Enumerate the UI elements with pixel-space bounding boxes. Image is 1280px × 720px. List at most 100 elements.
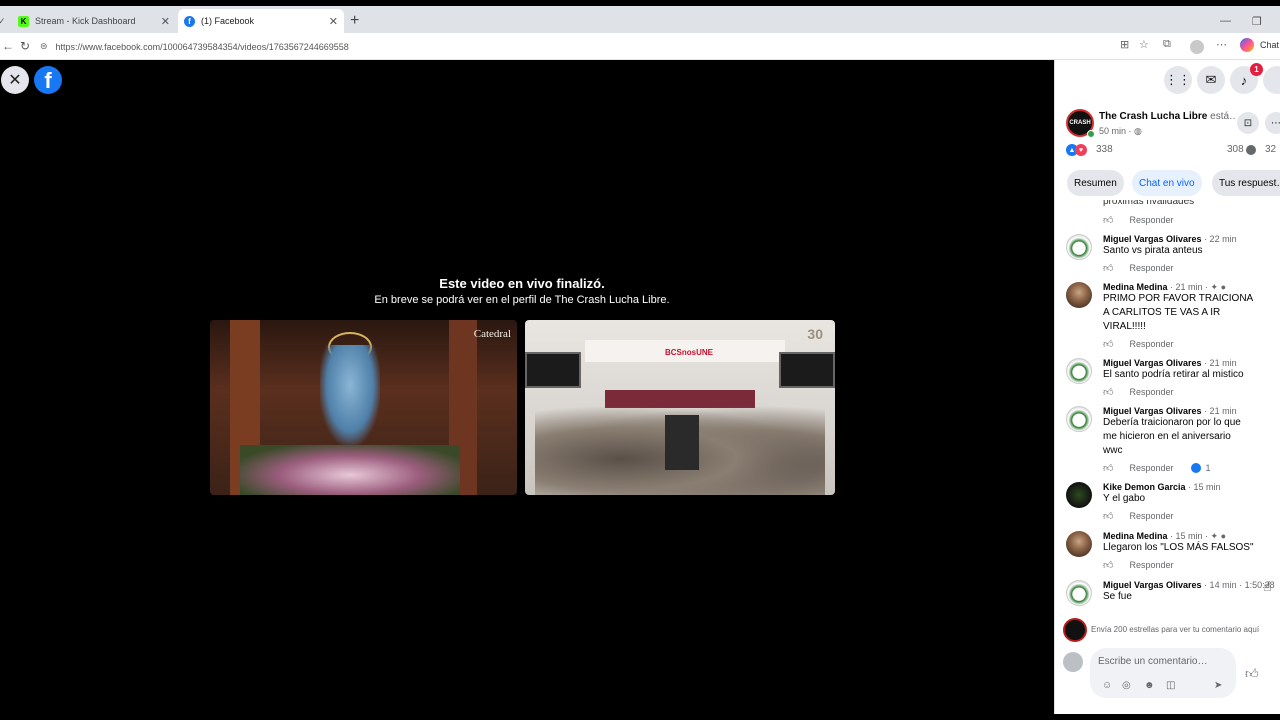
minimize-icon[interactable]: — xyxy=(1220,15,1231,27)
commenter-name[interactable]: Miguel Vargas Olivares · 21 min xyxy=(1103,358,1237,368)
reply-link[interactable]: Responder xyxy=(1129,511,1173,521)
restore-icon[interactable]: ❐ xyxy=(1252,15,1262,28)
commenter-name[interactable]: Kike Demon Garcia · 15 min xyxy=(1103,482,1221,492)
comment-like-count[interactable]: 1 xyxy=(1191,463,1211,473)
comment-text: El santo podría retirar al mistico xyxy=(1103,369,1244,380)
comment-text: Debería traicionaron por lo que me hicie… xyxy=(1103,417,1241,456)
suggested-video-thumbnail[interactable]: Catedral xyxy=(210,320,517,495)
save-icon[interactable]: ⊡ xyxy=(1237,112,1259,134)
url-text: https://www.facebook.com/100064739584354… xyxy=(55,41,349,52)
close-viewer-button[interactable]: ✕ xyxy=(1,66,29,94)
like-icon[interactable]: 👍︎ xyxy=(1103,338,1113,350)
tab-chat-en-vivo[interactable]: Chat en vivo xyxy=(1132,170,1202,196)
thumbs-up-icon[interactable]: 👍︎ xyxy=(1245,666,1259,682)
menu-grid-icon[interactable]: ⋮⋮ xyxy=(1164,66,1192,94)
globe-icon: ◍ xyxy=(1134,126,1142,136)
thumbnail-screen xyxy=(779,352,835,388)
reply-link[interactable]: Responder xyxy=(1129,560,1173,570)
messenger-icon[interactable]: ✉ xyxy=(1197,66,1225,94)
reply-link[interactable]: Responder xyxy=(1129,463,1173,473)
reply-link[interactable]: Responder xyxy=(1129,339,1173,349)
commenter-name[interactable]: Miguel Vargas Olivares · 21 min xyxy=(1103,406,1237,416)
like-icon[interactable]: 👍︎ xyxy=(1103,510,1113,522)
like-icon[interactable]: 👍︎ xyxy=(1103,262,1113,274)
page-avatar-small xyxy=(1063,618,1087,642)
like-icon[interactable]: 👍︎ xyxy=(1103,386,1113,398)
notification-badge: 1 xyxy=(1250,63,1263,76)
thumbnail-statue xyxy=(320,345,380,445)
comment-actions: 👍︎ Responder xyxy=(1103,510,1173,522)
reload-icon[interactable]: ↻ xyxy=(20,39,30,53)
commenter-name-text: Miguel Vargas Olivares xyxy=(1103,358,1202,368)
live-indicator xyxy=(1087,130,1095,138)
site-info-icon[interactable]: ⊜ xyxy=(40,41,48,52)
comment-time: · 15 min · xyxy=(1167,531,1211,541)
comment-actions: 👍︎ Responder xyxy=(1103,559,1173,571)
commenter-avatar[interactable] xyxy=(1066,580,1092,606)
app-grid-icon[interactable]: ⊞ xyxy=(1120,38,1129,51)
reactions-count[interactable]: 338 xyxy=(1096,144,1113,155)
like-icon[interactable]: 👍︎ xyxy=(1103,559,1113,571)
commenter-avatar[interactable] xyxy=(1066,282,1092,308)
favorite-star-icon[interactable]: ☆ xyxy=(1139,38,1149,51)
profile-avatar[interactable] xyxy=(1190,40,1204,54)
commenter-avatar[interactable] xyxy=(1066,358,1092,384)
commenter-name[interactable]: Miguel Vargas Olivares · 14 min · 1:50:2… xyxy=(1103,580,1275,590)
avatar-sticker-icon[interactable]: ☺ xyxy=(1102,680,1112,691)
stars-prompt-row[interactable]: Envía 200 estrellas para ver tu comentar… xyxy=(1055,618,1280,644)
commenter-name-text: Miguel Vargas Olivares xyxy=(1103,234,1202,244)
comment-time: · 21 min xyxy=(1201,406,1237,416)
commenter-name[interactable]: Miguel Vargas Olivares · 22 min xyxy=(1103,234,1237,244)
like-icon[interactable]: 👍︎ xyxy=(1103,462,1113,474)
tab-tus-respuestas[interactable]: Tus respuest… xyxy=(1212,170,1280,196)
comment-text: Santo vs pirata anteus xyxy=(1103,245,1203,256)
close-tab-icon[interactable]: ✕ xyxy=(161,15,170,28)
account-avatar[interactable] xyxy=(1263,66,1280,94)
copilot-chat-button[interactable]: Chat xyxy=(1240,38,1279,52)
emoji-icon[interactable]: ☻ xyxy=(1144,680,1155,691)
reply-link[interactable]: Responder xyxy=(1129,263,1173,273)
more-options-icon[interactable]: ⋯ xyxy=(1265,112,1280,134)
comment-actions: 👍︎ Responder xyxy=(1103,262,1173,274)
gif-icon[interactable]: ◎ xyxy=(1122,680,1131,691)
browser-tab-bar: ✓ K Stream - Kick Dashboard ✕ f (1) Face… xyxy=(0,6,1280,33)
comment-input[interactable]: Escribe un comentario… ☺ ◎ ☻ ◫ ➤ xyxy=(1090,648,1236,698)
reply-link[interactable]: Responder xyxy=(1129,215,1173,225)
reply-link[interactable]: Responder xyxy=(1129,387,1173,397)
more-menu-icon[interactable]: ⋯ xyxy=(1216,38,1227,51)
back-arrow-icon[interactable]: ← xyxy=(2,39,14,53)
close-tab-icon[interactable]: ✕ xyxy=(329,15,338,28)
thumbnail-podium xyxy=(665,415,699,470)
commenter-name-text: Miguel Vargas Olivares xyxy=(1103,580,1202,590)
commenter-avatar[interactable] xyxy=(1066,482,1092,508)
copilot-label: Chat xyxy=(1260,40,1280,50)
chat-list[interactable]: próximas rivalidades 👍︎ Responder Miguel… xyxy=(1055,200,1280,610)
chevron-down-icon[interactable]: ✓ xyxy=(0,16,6,27)
suggested-video-thumbnail[interactable]: BCSnosUNE 30 xyxy=(525,320,835,495)
commenter-avatar[interactable] xyxy=(1066,531,1092,557)
comment-text: Y el gabo xyxy=(1103,493,1146,504)
comment-actions: 👍︎ Responder xyxy=(1103,338,1173,350)
tab-title: (1) Facebook xyxy=(201,16,255,26)
url-field[interactable]: ⊜ https://www.facebook.com/1000647395843… xyxy=(40,36,1110,57)
commenter-name-text: Medina Medina xyxy=(1103,282,1168,292)
commenter-avatar[interactable] xyxy=(1066,406,1092,432)
like-icon[interactable]: 👍︎ xyxy=(1103,214,1113,226)
new-tab-icon[interactable]: + xyxy=(350,12,359,30)
tab-kick-dashboard[interactable]: ✓ K Stream - Kick Dashboard ✕ xyxy=(0,9,176,33)
facebook-logo-icon[interactable]: f xyxy=(34,66,62,94)
shares-count[interactable]: 32 xyxy=(1265,144,1276,155)
comments-count[interactable]: 308 xyxy=(1227,144,1244,155)
extensions-icon[interactable]: ⧉ xyxy=(1163,38,1171,51)
comment-time: · 21 min · xyxy=(1167,282,1211,292)
commenter-avatar[interactable] xyxy=(1066,234,1092,260)
tab-resumen[interactable]: Resumen xyxy=(1067,170,1124,196)
love-reaction-icon: ♥ xyxy=(1075,144,1087,156)
sticker-icon[interactable]: ◫ xyxy=(1166,680,1175,691)
send-icon[interactable]: ➤ xyxy=(1214,680,1222,691)
thumbnail-screen xyxy=(525,352,581,388)
badge-icons: ✦ ● xyxy=(1210,531,1227,541)
page-name[interactable]: The Crash Lucha Libre está… xyxy=(1099,111,1235,122)
comment-placeholder: Escribe un comentario… xyxy=(1098,656,1208,667)
tab-facebook[interactable]: f (1) Facebook ✕ xyxy=(178,9,344,33)
